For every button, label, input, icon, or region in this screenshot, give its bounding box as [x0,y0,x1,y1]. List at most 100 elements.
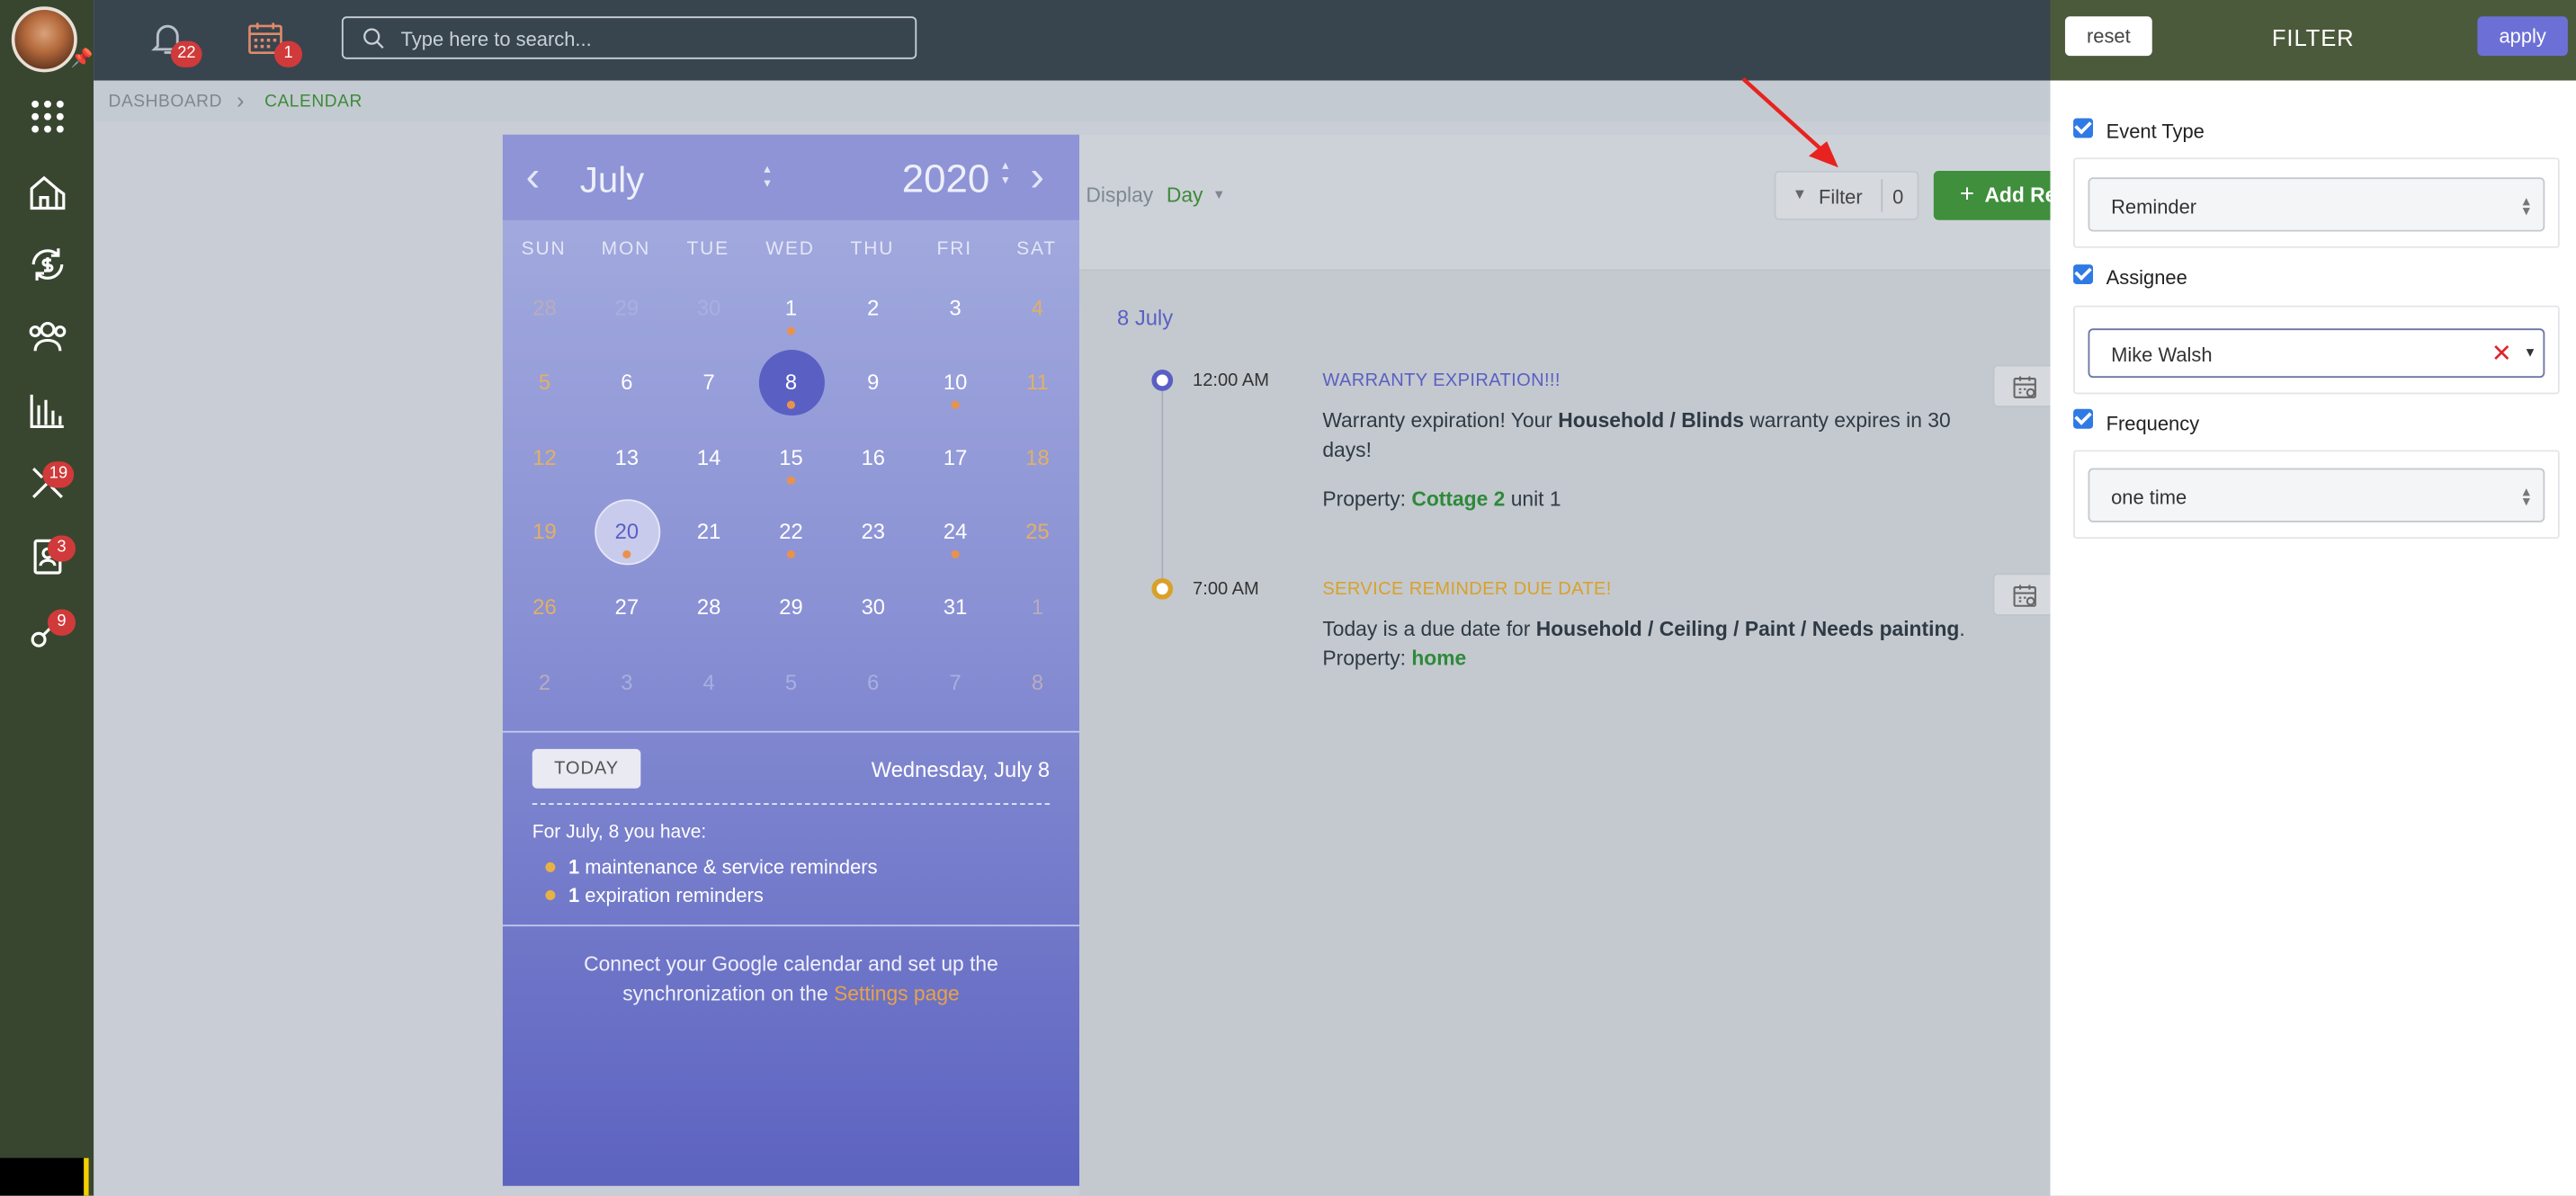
calendar-day[interactable]: 4 [997,276,1078,342]
prev-month-icon[interactable]: ‹ [525,155,540,197]
calendar-add-icon [2013,585,2036,607]
pin-icon[interactable]: 📌 [71,48,94,69]
timeline-line [1161,379,1164,588]
calendar-day[interactable]: 7 [914,650,996,716]
settings-page-link[interactable]: Settings page [834,982,960,1005]
event-dot [622,549,631,559]
assignee-checkbox[interactable] [2073,264,2093,284]
calendar-day[interactable]: 30 [667,276,749,342]
day-number: 28 [532,295,557,321]
frequency-select[interactable]: one time ▴ ▾ [2088,468,2545,522]
event-title[interactable]: SERVICE REMINDER DUE DATE! [1322,580,1611,600]
calendar-day[interactable]: 28 [667,575,749,640]
today-button[interactable]: TODAY [532,748,641,789]
calendar-day[interactable]: 29 [586,276,667,342]
event-calendar-button[interactable] [1992,573,2059,616]
summary-text: maintenance & service reminders [585,855,878,879]
calendar-day[interactable]: 2 [832,276,914,342]
event-description: Warranty expiration! Your Household / Bl… [1322,406,1963,514]
bullet-dot [545,861,556,872]
calendar-day[interactable]: 12 [504,425,586,491]
calendar-day[interactable]: 28 [504,276,586,342]
day-number: 7 [702,369,715,395]
apps-grid-icon[interactable] [0,80,94,152]
year-spinner-icon[interactable]: ▴ ▾ [1002,157,1008,187]
month-label[interactable]: July [580,159,644,201]
event-type-checkbox[interactable] [2073,118,2093,138]
calendar-day[interactable]: 9 [832,350,914,415]
calendar-day[interactable]: 23 [832,499,914,565]
calendar-day[interactable]: 13 [586,425,667,491]
year-label[interactable]: 2020 [902,157,990,203]
property-link[interactable]: home [1411,647,1466,671]
calendar-day[interactable]: 22 [750,499,832,565]
calendar-badge: 1 [274,40,303,67]
calendar-day[interactable]: 21 [667,499,749,565]
calendar-day[interactable]: 24 [914,499,996,565]
add-reminder-label: Add Re [1984,183,2057,208]
reports-chart-icon[interactable] [0,374,94,446]
calendar-day[interactable]: 10 [914,350,996,415]
calendar-day[interactable]: 6 [832,650,914,716]
filter-label: Filter [1818,185,1863,209]
calendar-day[interactable]: 18 [997,425,1078,491]
user-avatar[interactable] [11,6,77,73]
event-title[interactable]: WARRANTY EXPIRATION!!! [1322,371,1560,391]
events-toolbar: Display Day ▼ ▼ Filter 0 + Add Re [1079,134,2082,272]
properties-icon[interactable] [0,156,94,228]
property-link[interactable]: Cottage 2 [1411,487,1505,511]
calendar-day[interactable]: 5 [504,350,586,415]
contact-card-icon[interactable] [0,521,94,593]
search-input[interactable]: Type here to search... [341,16,917,59]
display-select[interactable]: Day [1167,184,1203,208]
calendar-day[interactable]: 8 [750,350,832,416]
weekday-label: SUN [521,239,567,260]
event-calendar-button[interactable] [1992,364,2059,407]
calendar-day[interactable]: 26 [504,575,586,640]
calendar-day[interactable]: 1 [750,276,832,342]
calendar-day[interactable]: 1 [997,575,1078,640]
calendar-day[interactable]: 31 [914,575,996,640]
calendar-day[interactable]: 20 [586,499,667,566]
calendar-day[interactable]: 5 [750,650,832,716]
chevron-down-icon[interactable]: ▼ [1212,187,1225,201]
calendar-day[interactable]: 15 [750,425,832,491]
calendar-day[interactable]: 14 [667,425,749,491]
calendar-day[interactable]: 7 [667,350,749,415]
contacts-group-icon[interactable] [0,300,94,372]
calendar-day[interactable]: 25 [997,499,1078,565]
apply-button[interactable]: apply [2477,16,2568,57]
frequency-checkbox[interactable] [2073,408,2093,429]
event-time: 7:00 AM [1193,579,1259,600]
calendar-day[interactable]: 29 [750,575,832,640]
calendar-day[interactable]: 19 [504,499,586,565]
assignee-select[interactable]: Mike Walsh ✕ ▼ [2088,328,2545,379]
calendar-day[interactable]: 17 [914,425,996,491]
connect-line-1: Connect your Google calendar and set up … [584,952,998,976]
weekday-label: FRI [936,239,972,260]
property-unit: unit 1 [1505,487,1561,512]
date-heading: 8 July [1117,305,1174,331]
calendar-day[interactable]: 30 [832,575,914,640]
next-month-icon[interactable]: › [1030,155,1044,197]
month-spinner-icon[interactable]: ▴ ▾ [764,161,770,191]
calendar-day[interactable]: 3 [914,276,996,342]
summary-text: expiration reminders [585,883,764,907]
calendar-day[interactable]: 11 [997,350,1078,415]
breadcrumb-dashboard[interactable]: DASHBOARD [109,92,222,112]
day-number: 1 [1031,594,1044,620]
calendar-day[interactable]: 27 [586,575,667,640]
calendar-day[interactable]: 6 [586,350,667,415]
calendar-day[interactable]: 4 [667,650,749,716]
calendar-day[interactable]: 16 [832,425,914,491]
calendar-day[interactable]: 3 [586,650,667,716]
clear-icon[interactable]: ✕ [2491,338,2512,368]
chevron-down-icon[interactable]: ▼ [2524,345,2536,360]
calendar-day[interactable]: 2 [504,650,586,716]
keys-icon[interactable] [0,594,94,666]
calendar-day[interactable]: 8 [997,650,1078,716]
event-type-select[interactable]: Reminder ▴ ▾ [2088,177,2545,232]
finance-cycle-icon[interactable] [0,228,94,300]
filter-button[interactable]: ▼ Filter 0 [1774,170,1919,220]
divider [502,730,1080,733]
